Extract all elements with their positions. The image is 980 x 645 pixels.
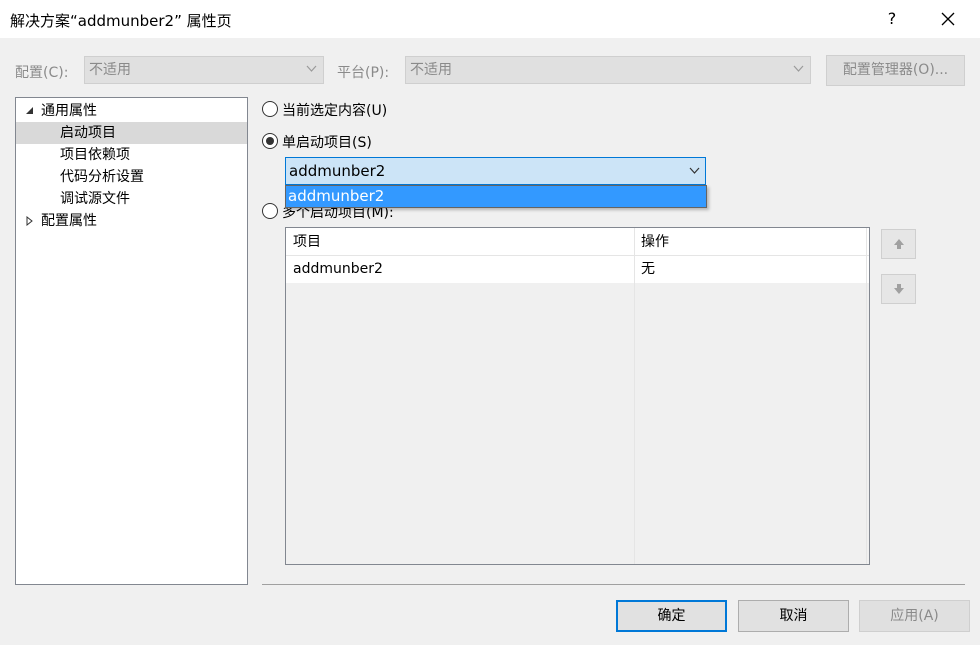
arrow-up-icon [894, 239, 904, 249]
platform-select[interactable]: 不适用 [405, 56, 811, 84]
cancel-button[interactable]: 取消 [738, 600, 849, 632]
expand-arrow-icon[interactable] [24, 100, 36, 122]
chevron-down-icon [793, 65, 804, 72]
move-up-button[interactable] [881, 229, 916, 259]
single-project-dropdown-list: addmunber2 [285, 185, 707, 208]
dropdown-option[interactable]: addmunber2 [286, 186, 706, 207]
config-select[interactable]: 不适用 [84, 56, 324, 84]
move-down-button[interactable] [881, 274, 916, 304]
tree-item-label: 通用属性 [41, 103, 97, 119]
collapse-arrow-icon[interactable] [24, 210, 36, 232]
help-button[interactable]: ? [876, 2, 908, 36]
single-project-select-value: addmunber2 [289, 162, 386, 180]
radio-multiple-startup[interactable] [262, 203, 278, 219]
tree-item-label: 启动项目 [60, 125, 116, 141]
table-cell-project: addmunber2 [293, 261, 383, 277]
tree-item-common-properties[interactable]: 通用属性 [16, 100, 247, 122]
close-icon [941, 12, 955, 26]
tree-item-code-analysis[interactable]: 代码分析设置 [16, 166, 247, 188]
radio-current-selection-label[interactable]: 当前选定内容(U) [282, 100, 387, 120]
window-title: 解决方案“addmunber2” 属性页 [10, 12, 232, 30]
tree-item-startup-project[interactable]: 启动项目 [16, 122, 247, 144]
table-cell-action[interactable]: 无 [641, 256, 655, 283]
tree-item-label: 代码分析设置 [60, 169, 144, 185]
tree-item-debug-source[interactable]: 调试源文件 [16, 188, 247, 210]
property-tree[interactable]: 通用属性 启动项目 项目依赖项 代码分析设置 调试源文件 配置属性 [15, 97, 248, 585]
chevron-down-icon [306, 65, 317, 72]
platform-label: 平台(P): [337, 65, 390, 81]
close-button[interactable] [928, 2, 968, 36]
tree-item-project-dependencies[interactable]: 项目依赖项 [16, 144, 247, 166]
column-header-action[interactable]: 操作 [641, 228, 669, 256]
radio-single-startup[interactable] [262, 133, 278, 149]
config-label: 配置(C): [15, 65, 69, 81]
radio-single-startup-label[interactable]: 单启动项目(S) [282, 132, 372, 152]
column-header-project[interactable]: 项目 [293, 228, 321, 256]
apply-button[interactable]: 应用(A) [859, 600, 970, 632]
ok-button[interactable]: 确定 [616, 600, 727, 632]
radio-current-selection[interactable] [262, 101, 278, 117]
config-manager-button[interactable]: 配置管理器(O)... [826, 55, 965, 86]
tree-item-label: 调试源文件 [60, 191, 130, 207]
column-divider [634, 228, 635, 564]
config-select-value: 不适用 [89, 62, 131, 78]
arrow-down-icon [894, 284, 904, 294]
table-header: 项目 操作 [286, 228, 869, 256]
chevron-down-icon [689, 167, 700, 174]
radio-selected-dot [266, 137, 274, 145]
single-project-select[interactable]: addmunber2 [285, 157, 706, 185]
tree-item-label: 项目依赖项 [60, 147, 130, 163]
platform-select-value: 不适用 [410, 62, 452, 78]
tree-item-config-properties[interactable]: 配置属性 [16, 210, 247, 232]
tree-item-label: 配置属性 [41, 213, 97, 229]
table-row[interactable]: addmunber2 无 [286, 256, 869, 283]
column-divider [866, 228, 867, 564]
footer-separator [262, 584, 965, 585]
multi-startup-table[interactable]: 项目 操作 addmunber2 无 [285, 227, 870, 565]
